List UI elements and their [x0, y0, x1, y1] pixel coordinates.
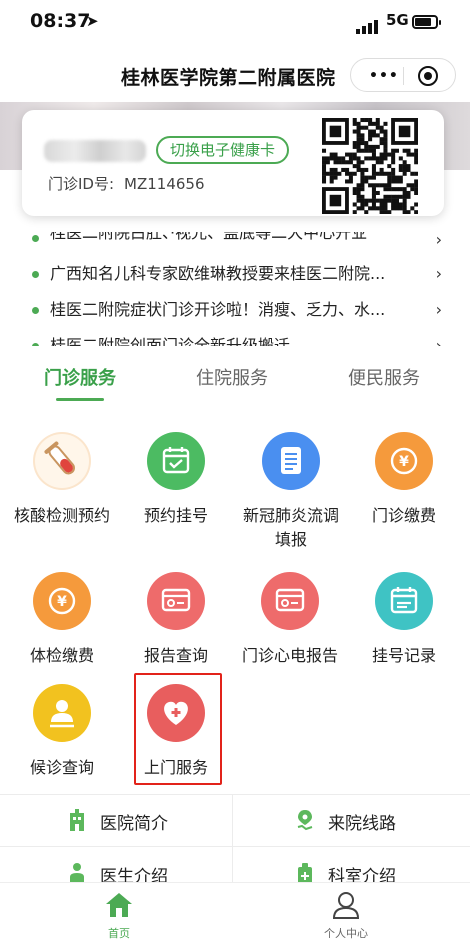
person-queue-icon — [33, 684, 91, 742]
bottom-tab-bar: 首页 个人中心 — [0, 882, 470, 951]
service-covid-survey[interactable]: 新冠肺炎流调填报 — [232, 432, 350, 552]
service-label: 候诊查询 — [29, 758, 94, 777]
news-text: 桂医二附院白肚、·视光、盖底等二大中心开业 — [50, 232, 368, 242]
chevron-right-icon: › — [435, 232, 442, 248]
doctor-icon — [70, 863, 84, 884]
network-label: 5G — [386, 11, 409, 29]
department-icon — [298, 863, 312, 884]
document-icon — [262, 432, 320, 490]
service-label: 预约挂号 — [143, 506, 208, 525]
nav-bar: 桂林医学院第二附属医院 ••• — [0, 46, 470, 102]
hospital-building-icon — [70, 809, 84, 831]
service-outpatient-payment[interactable]: ¥ 门诊缴费 — [346, 432, 462, 528]
tab-outpatient[interactable]: 门诊服务 — [44, 364, 116, 390]
link-label: 医院简介 — [100, 814, 168, 834]
news-item[interactable]: 广西知名儿科专家欧维琳教授要来桂医二附院... › — [32, 258, 442, 290]
capsule-divider — [403, 67, 404, 85]
highlight-box — [134, 673, 222, 785]
service-label: 体检缴费 — [29, 646, 94, 665]
service-label: 门诊心电报告 — [241, 646, 338, 665]
home-icon — [106, 893, 132, 917]
svg-text:¥: ¥ — [57, 594, 67, 610]
service-ecg-report[interactable]: 门诊心电报告 — [232, 572, 348, 668]
news-text: 桂医二附院症状门诊开诊啦！消瘦、乏力、水... — [50, 300, 386, 319]
user-icon — [332, 892, 360, 919]
news-bullet — [32, 307, 39, 314]
tab-convenience[interactable]: 便民服务 — [348, 364, 420, 390]
tab-profile[interactable]: 个人中心 — [306, 891, 386, 941]
tab-label: 个人中心 — [324, 927, 368, 940]
report-screen-icon — [147, 572, 205, 630]
health-card: 切换电子健康卡 门诊ID号: MZ114656 — [22, 110, 444, 216]
battery-icon — [412, 15, 441, 29]
service-registration-records[interactable]: 挂号记录 — [346, 572, 462, 668]
service-checkup-payment[interactable]: ¥ 体检缴费 — [4, 572, 120, 668]
map-route-icon — [297, 810, 313, 831]
calendar-check-icon — [147, 432, 205, 490]
active-tab-indicator — [56, 398, 104, 401]
svg-text:¥: ¥ — [399, 454, 409, 470]
blurred-patient-name — [44, 140, 146, 162]
news-list: 桂医二附院白肚、·视光、盖底等二大中心开业 › 广西知名儿科专家欧维琳教授要来桂… — [32, 232, 442, 346]
news-bullet — [32, 343, 39, 346]
chevron-right-icon: › — [435, 264, 442, 283]
divider — [0, 794, 470, 795]
more-dots-icon[interactable]: ••• — [369, 68, 399, 84]
status-time: 08:37 — [30, 10, 91, 32]
tab-home[interactable]: 首页 — [79, 891, 159, 941]
outpatient-id: 门诊ID号: MZ114656 — [48, 173, 205, 194]
outpatient-id-label: 门诊ID号: — [48, 175, 115, 193]
page-title: 桂林医学院第二附属医院 — [121, 67, 336, 89]
chevron-right-icon: › — [435, 336, 442, 346]
news-item[interactable]: 桂医二附院白肚、·视光、盖底等二大中心开业 › — [32, 232, 442, 248]
signal-icon — [356, 15, 380, 34]
news-bullet — [32, 235, 39, 242]
news-item[interactable]: 桂医二附院创面门诊全新升级搬迁 › — [32, 330, 442, 346]
chevron-right-icon: › — [435, 300, 442, 319]
switch-health-card-button[interactable]: 切换电子健康卡 — [156, 136, 290, 164]
news-text: 广西知名儿科专家欧维琳教授要来桂医二附院... — [50, 264, 386, 283]
service-report-query[interactable]: 报告查询 — [118, 572, 234, 668]
service-label: 新冠肺炎流调填报 — [242, 506, 339, 549]
service-waiting-query[interactable]: 候诊查询 — [4, 684, 120, 780]
qr-code-icon[interactable] — [322, 118, 418, 214]
news-bullet — [32, 271, 39, 278]
service-label: 核酸检测预约 — [13, 506, 110, 525]
report-screen-icon — [261, 572, 319, 630]
tab-inpatient[interactable]: 住院服务 — [196, 364, 268, 390]
service-appointment[interactable]: 预约挂号 — [118, 432, 234, 528]
link-label: 来院线路 — [328, 814, 396, 834]
location-arrow-icon: ➤ — [86, 12, 99, 30]
service-label: 报告查询 — [143, 646, 208, 665]
status-bar: 08:37 ➤ 5G — [0, 0, 470, 46]
tab-label: 首页 — [108, 927, 130, 940]
news-item[interactable]: 桂医二附院症状门诊开诊啦！消瘦、乏力、水... › — [32, 294, 442, 326]
service-label: 门诊缴费 — [371, 506, 436, 525]
yen-coin-icon: ¥ — [33, 572, 91, 630]
service-nucleic-test[interactable]: 核酸检测预约 — [4, 432, 120, 528]
test-tube-icon — [33, 432, 91, 490]
target-circle-icon[interactable] — [418, 66, 438, 86]
divider — [232, 794, 233, 882]
outpatient-id-value: MZ114656 — [124, 175, 205, 193]
service-label: 挂号记录 — [371, 646, 436, 665]
calendar-list-icon — [375, 572, 433, 630]
mini-program-capsule: ••• — [350, 58, 456, 92]
yen-coin-icon: ¥ — [375, 432, 433, 490]
divider — [0, 846, 470, 847]
news-text: 桂医二附院创面门诊全新升级搬迁 — [50, 336, 291, 346]
